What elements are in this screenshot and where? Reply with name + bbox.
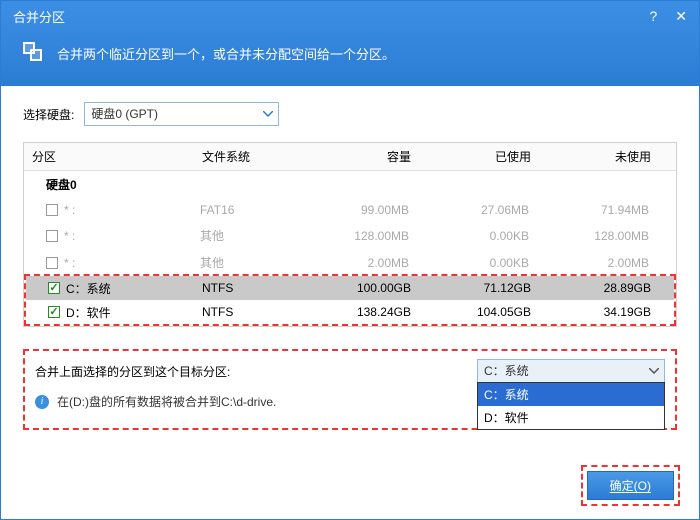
dialog-header: 合并分区 ? ✕ 合并两个临近分区到一个，或合并未分配空间给一个分区。	[1, 1, 699, 86]
cell: 34.19GB	[539, 300, 659, 324]
cell: 2.00MB	[302, 251, 417, 275]
table-header: 分区 文件系统 容量 已使用 未使用	[24, 143, 676, 171]
target-select[interactable]: C：系统 C：系统 D：软件	[477, 359, 665, 383]
cell: 104.05GB	[419, 300, 539, 324]
help-icon[interactable]: ?	[649, 8, 657, 25]
col-used: 已使用	[419, 143, 539, 170]
cell: 100.00GB	[304, 276, 419, 300]
cell: 138.24GB	[304, 300, 419, 324]
cell: 99.00MB	[302, 198, 417, 222]
info-icon: i	[35, 395, 49, 409]
partition-table: 分区 文件系统 容量 已使用 未使用 硬盘0 * :FAT1699.00MB27…	[23, 142, 677, 327]
cell: 其他	[192, 222, 302, 249]
cell: 0.00KB	[417, 224, 537, 248]
disk-select[interactable]: 硬盘0 (GPT)	[84, 102, 279, 126]
dropdown-option[interactable]: C：系统	[478, 383, 664, 406]
close-icon[interactable]: ✕	[675, 8, 687, 25]
table-row[interactable]: D：软件NTFS138.24GB104.05GB34.19GB	[26, 300, 674, 324]
dropdown-option[interactable]: D：软件	[478, 406, 664, 429]
ok-button[interactable]: 确定(O)	[587, 471, 674, 500]
dialog-title: 合并分区	[13, 7, 65, 26]
row-checkbox	[46, 204, 58, 216]
disk-group-row: 硬盘0	[24, 171, 676, 198]
cell: 27.06MB	[417, 198, 537, 222]
col-capacity: 容量	[304, 143, 419, 170]
cell: 2.00MB	[537, 251, 657, 275]
dialog-body: 选择硬盘: 硬盘0 (GPT) 分区 文件系统 容量 已使用 未使用 硬盘0 *…	[1, 86, 699, 440]
cell: 其他	[192, 249, 302, 276]
titlebar: 合并分区 ? ✕	[1, 1, 699, 32]
row-checkbox	[46, 257, 58, 269]
disk-label: 选择硬盘:	[23, 106, 74, 123]
info-text: 在(D:)盘的所有数据将被合并到C:\d-drive.	[57, 393, 276, 410]
dialog-footer: 确定(O)	[581, 465, 680, 506]
col-partition: 分区	[24, 143, 194, 170]
col-filesystem: 文件系统	[194, 143, 304, 170]
cell: NTFS	[194, 300, 304, 324]
table-row: * :其他128.00MB0.00KB128.00MB	[24, 222, 676, 249]
merge-icon	[23, 42, 45, 64]
cell: 0.00KB	[417, 251, 537, 275]
cell: 28.89GB	[539, 276, 659, 300]
cell: FAT16	[192, 198, 302, 222]
target-section: 合并上面选择的分区到这个目标分区: C：系统 C：系统 D：软件 i 在(D:)…	[23, 349, 677, 430]
target-dropdown[interactable]: C：系统 D：软件	[477, 382, 665, 430]
cell: NTFS	[194, 276, 304, 300]
partition-name: D：软件	[66, 304, 194, 321]
col-free: 未使用	[539, 143, 659, 170]
cell: 128.00MB	[302, 224, 417, 248]
table-row: * :FAT1699.00MB27.06MB71.94MB	[24, 198, 676, 222]
partition-name: * :	[64, 256, 192, 270]
target-label: 合并上面选择的分区到这个目标分区:	[35, 363, 230, 380]
partition-name: * :	[64, 203, 192, 217]
row-checkbox	[46, 230, 58, 242]
cell: 71.12GB	[419, 276, 539, 300]
row-checkbox[interactable]	[48, 306, 60, 318]
row-checkbox[interactable]	[48, 282, 60, 294]
partition-name: * :	[64, 229, 192, 243]
partition-name: C：系统	[66, 280, 194, 297]
table-row: * :其他2.00MB0.00KB2.00MB	[24, 249, 676, 276]
cell: 128.00MB	[537, 224, 657, 248]
table-row[interactable]: C：系统NTFS100.00GB71.12GB28.89GB	[26, 276, 674, 300]
cell: 71.94MB	[537, 198, 657, 222]
dialog-subtitle: 合并两个临近分区到一个，或合并未分配空间给一个分区。	[57, 44, 395, 63]
